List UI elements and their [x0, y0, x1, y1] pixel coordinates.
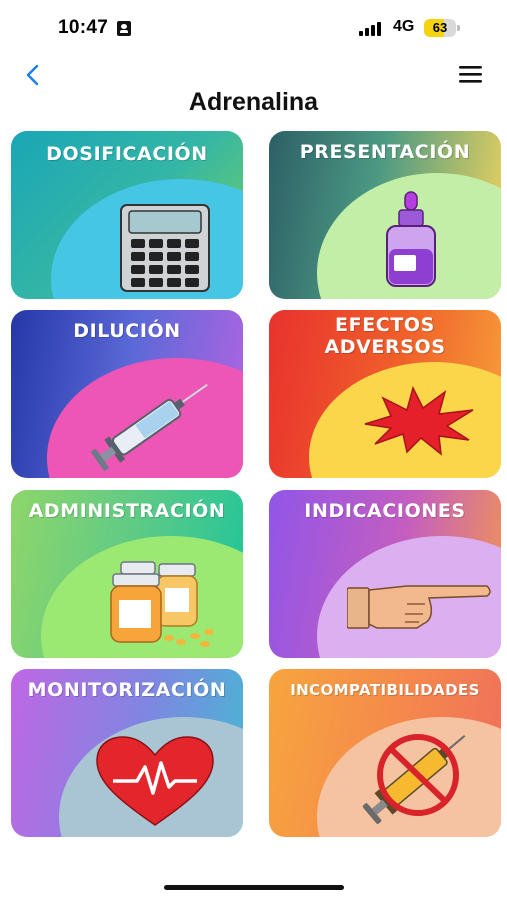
signal-icon	[359, 21, 385, 36]
pointing-hand-icon	[347, 585, 491, 629]
card-indicaciones[interactable]: INDICACIONES	[269, 490, 501, 658]
status-time: 10:47	[58, 17, 109, 38]
menu-button[interactable]	[456, 63, 486, 87]
card-label: INDICACIONES	[304, 500, 466, 522]
card-administracion[interactable]: ADMINISTRACIÓN	[11, 490, 243, 658]
network-type: 4G	[393, 18, 415, 35]
back-button[interactable]	[20, 60, 48, 90]
card-dilucion[interactable]: DILUCIÓN	[11, 310, 243, 478]
card-label: MONITORIZACIÓN	[27, 679, 227, 701]
dropper-bottle-icon	[386, 191, 436, 287]
status-bar: 10:47 4G 63	[0, 0, 507, 56]
card-monitorizacion[interactable]: MONITORIZACIÓN	[11, 669, 243, 837]
card-label: DOSIFICACIÓN	[46, 143, 208, 165]
heart-pulse-icon	[96, 736, 214, 826]
card-efectos-adversos[interactable]: EFECTOS ADVERSOS	[269, 310, 501, 478]
card-dosificacion[interactable]: DOSIFICACIÓN	[11, 131, 243, 299]
card-incompatibilidades[interactable]: INCOMPATIBILIDADES	[269, 669, 501, 837]
id-card-icon	[117, 21, 131, 36]
calculator-icon	[120, 204, 210, 292]
pill-bottles-icon	[110, 561, 214, 647]
card-label: PRESENTACIÓN	[299, 141, 471, 163]
battery-icon: 63	[424, 19, 462, 37]
battery-level: 63	[432, 20, 448, 35]
page-title: Adrenalina	[188, 88, 319, 116]
card-label: ADVERSOS	[324, 336, 446, 358]
home-indicator[interactable]	[164, 885, 344, 890]
card-label: INCOMPATIBILIDADES	[290, 681, 480, 699]
card-label: ADMINISTRACIÓN	[28, 500, 226, 522]
explosion-icon	[364, 385, 474, 456]
card-label: EFECTOS	[335, 314, 435, 336]
prohibited-syringe-icon	[362, 734, 466, 824]
card-label: DILUCIÓN	[73, 320, 181, 342]
syringe-icon	[91, 383, 208, 471]
card-presentacion[interactable]: PRESENTACIÓN	[269, 131, 501, 299]
hamburger-menu-icon	[459, 66, 482, 83]
chevron-left-icon	[26, 64, 39, 86]
